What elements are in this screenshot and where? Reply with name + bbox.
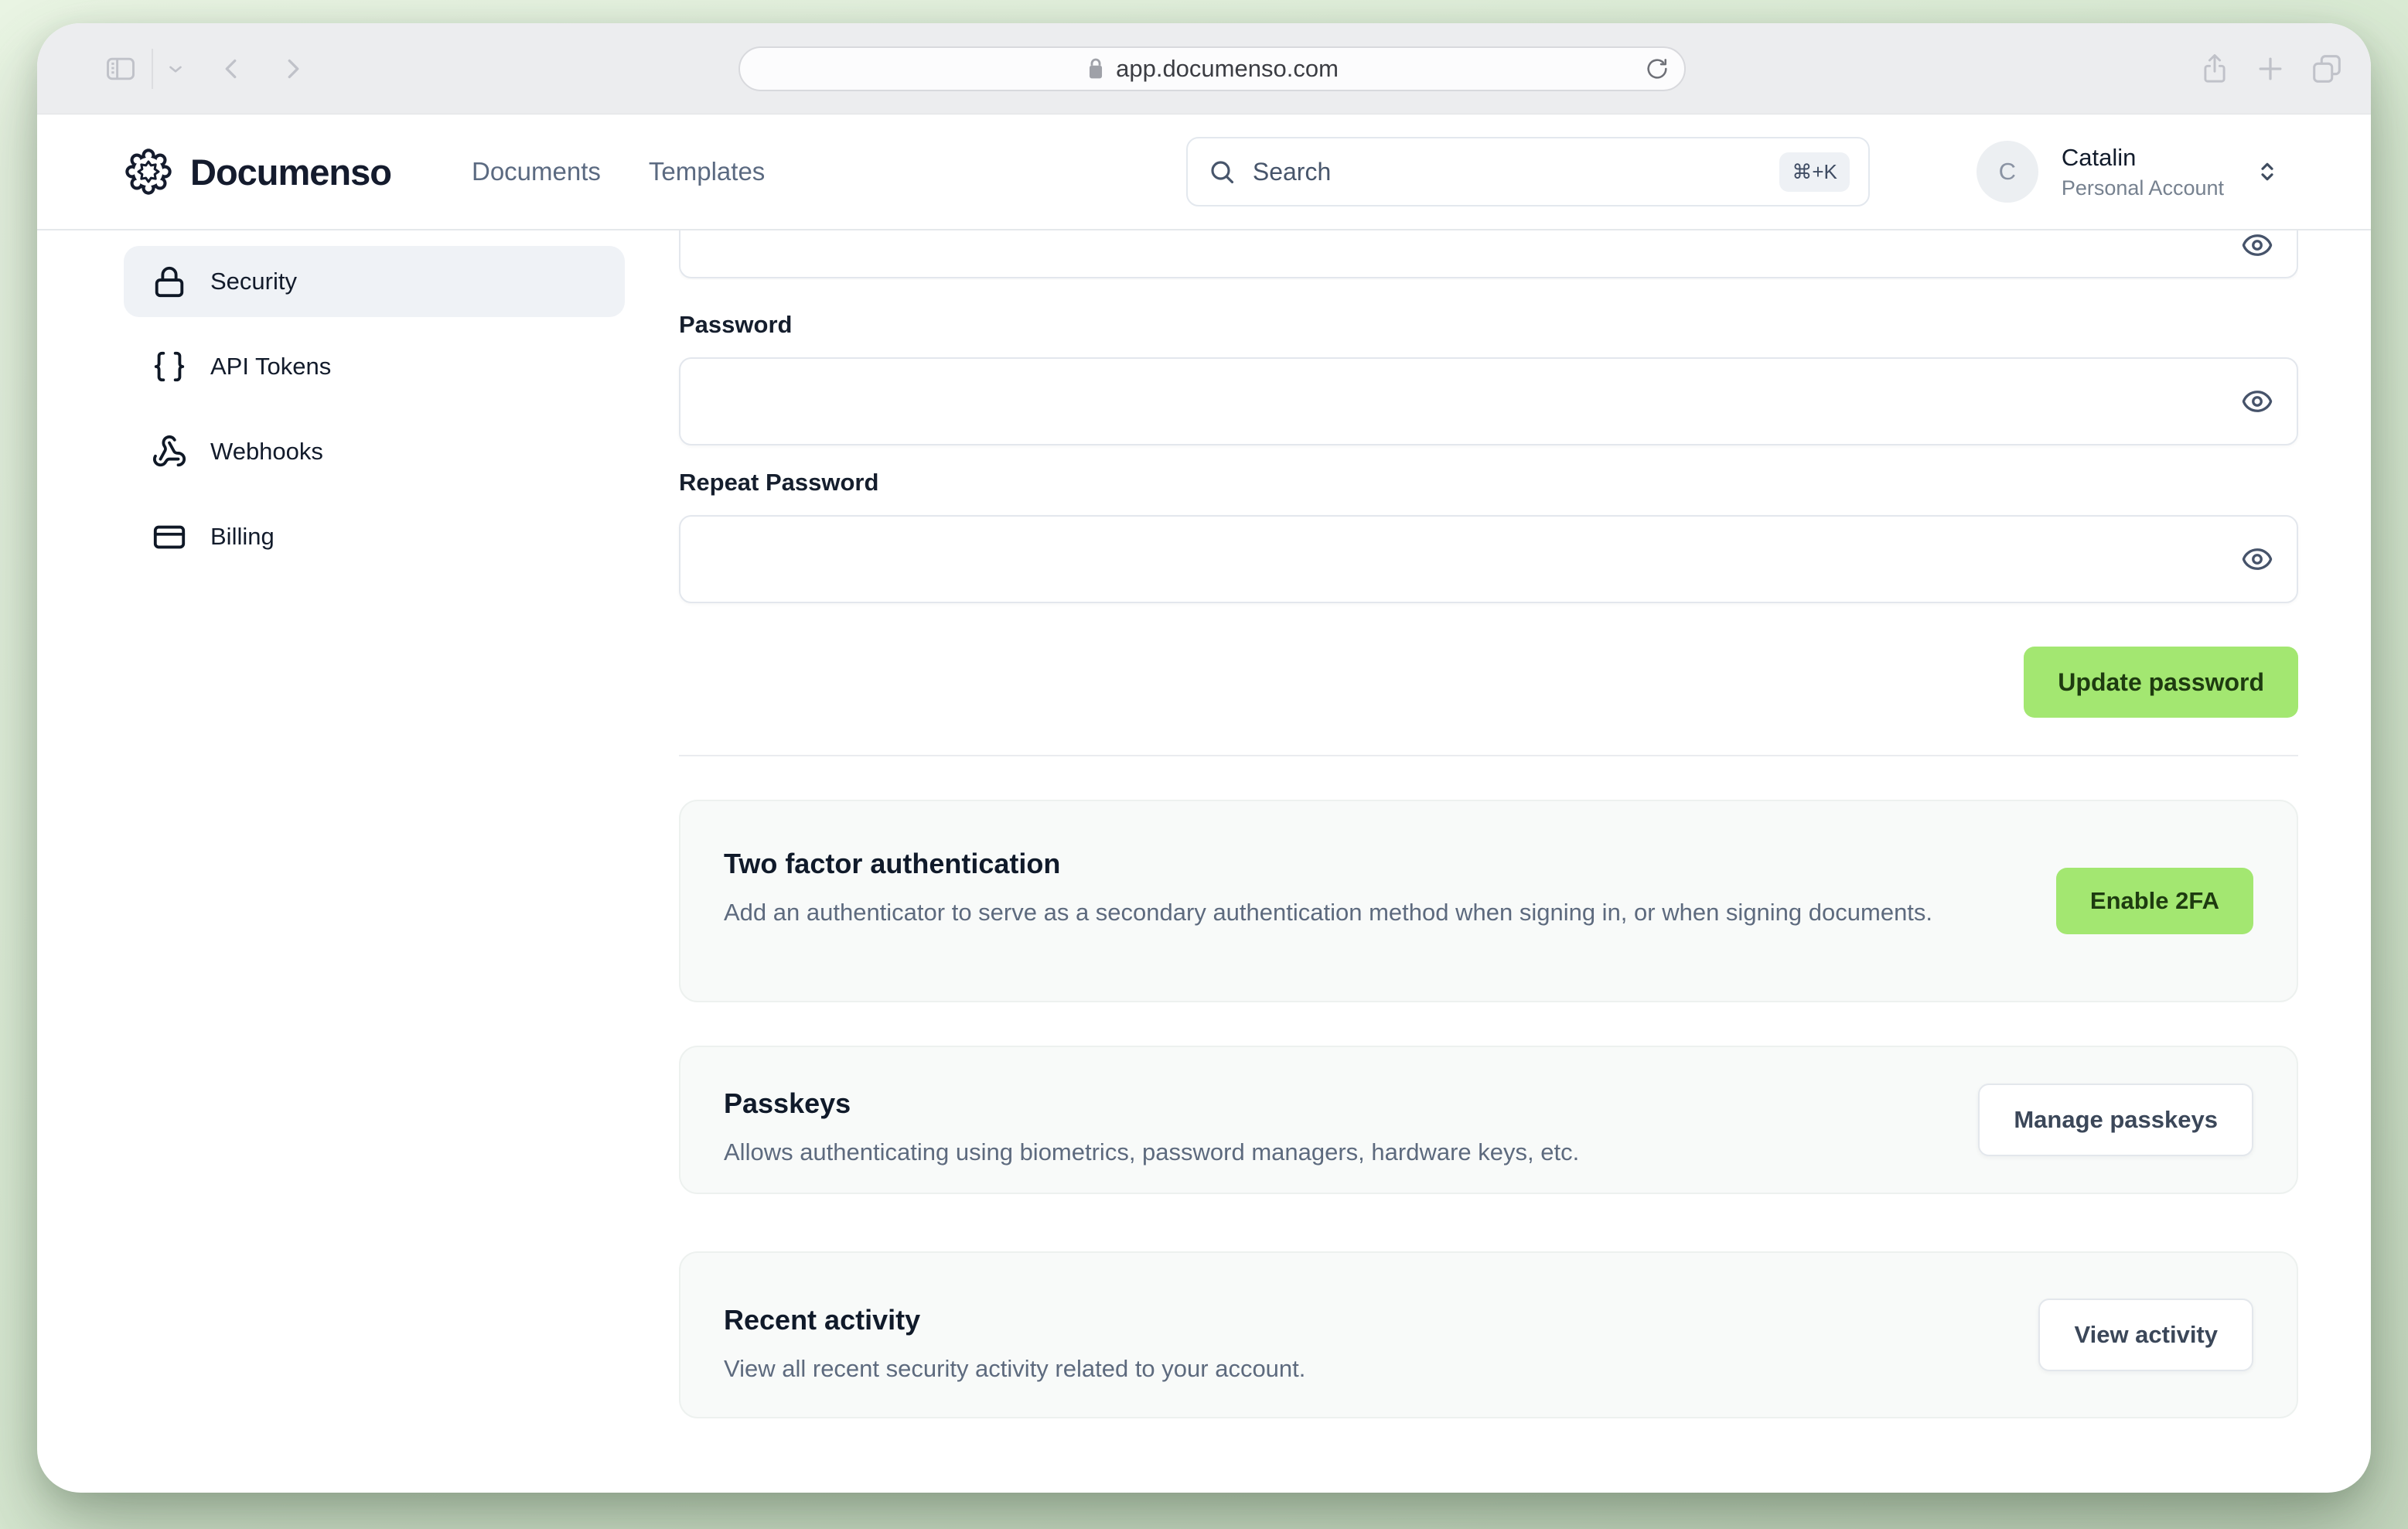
passkeys-title: Passkeys xyxy=(724,1087,851,1119)
section-divider xyxy=(679,755,2298,756)
search-input[interactable] xyxy=(1252,157,1763,186)
toolbar-divider xyxy=(152,48,153,89)
avatar: C xyxy=(1976,141,2038,203)
update-password-button[interactable]: Update password xyxy=(2024,647,2298,718)
recent-activity-title: Recent activity xyxy=(724,1304,921,1336)
browser-window: app.documenso.com Documenso Documents Te… xyxy=(37,23,2371,1493)
brand-logo[interactable]: Documenso xyxy=(124,147,392,196)
chevron-down-icon[interactable] xyxy=(165,59,186,79)
credit-card-icon xyxy=(152,519,187,555)
reload-icon[interactable] xyxy=(1644,56,1670,82)
sidebar-item-api-tokens[interactable]: API Tokens xyxy=(124,331,625,402)
eye-icon[interactable] xyxy=(2241,230,2273,261)
repeat-password-input[interactable] xyxy=(680,517,2297,602)
search-bar[interactable]: ⌘+K xyxy=(1185,137,1870,206)
settings-sidebar: Security API Tokens Webhooks Billing xyxy=(124,230,625,1418)
two-factor-title: Two factor authentication xyxy=(724,848,1061,879)
repeat-password-label: Repeat Password xyxy=(679,469,879,496)
sidebar-item-webhooks[interactable]: Webhooks xyxy=(124,416,625,487)
account-type: Personal Account xyxy=(2061,176,2224,200)
account-name: Catalin xyxy=(2061,143,2137,171)
sidebar-item-security[interactable]: Security xyxy=(124,246,625,317)
repeat-password-field xyxy=(679,515,2298,603)
app-header: Documenso Documents Templates ⌘+K C Cata… xyxy=(37,114,2371,230)
chevrons-up-down-icon xyxy=(2253,158,2281,186)
nav-templates[interactable]: Templates xyxy=(649,157,765,186)
two-factor-description: Add an authenticator to serve as a secon… xyxy=(724,899,1933,926)
password-field xyxy=(679,357,2298,445)
sidebar-toggle-icon[interactable] xyxy=(104,52,138,86)
password-input[interactable] xyxy=(680,359,2297,444)
search-icon xyxy=(1208,158,1236,186)
browser-toolbar: app.documenso.com xyxy=(37,23,2371,114)
brand-name: Documenso xyxy=(190,151,392,193)
address-bar[interactable]: app.documenso.com xyxy=(738,46,1686,91)
nav-documents[interactable]: Documents xyxy=(472,157,601,186)
password-label: Password xyxy=(679,311,793,338)
account-menu[interactable]: C Catalin Personal Account xyxy=(1976,141,2281,203)
webhook-icon xyxy=(152,434,187,469)
share-icon[interactable] xyxy=(2198,52,2232,86)
sidebar-item-billing[interactable]: Billing xyxy=(124,501,625,572)
eye-icon[interactable] xyxy=(2241,543,2273,575)
current-password-field-clipped xyxy=(679,230,2298,280)
search-shortcut-badge: ⌘+K xyxy=(1779,152,1850,192)
sidebar-item-label: Security xyxy=(210,268,297,295)
braces-icon xyxy=(152,349,187,384)
manage-passkeys-button[interactable]: Manage passkeys xyxy=(1978,1084,2253,1156)
sidebar-item-label: API Tokens xyxy=(210,353,332,380)
passkeys-card: Passkeys Allows authenticating using bio… xyxy=(679,1046,2298,1194)
new-tab-icon[interactable] xyxy=(2253,52,2287,86)
current-password-input[interactable] xyxy=(680,230,2297,277)
tls-lock-icon xyxy=(1086,57,1106,80)
tab-overview-icon[interactable] xyxy=(2309,51,2345,87)
url-text: app.documenso.com xyxy=(1116,55,1339,82)
recent-activity-description: View all recent security activity relate… xyxy=(724,1355,1306,1382)
recent-activity-card: Recent activity View all recent security… xyxy=(679,1251,2298,1418)
enable-2fa-button[interactable]: Enable 2FA xyxy=(2055,868,2253,934)
passkeys-description: Allows authenticating using biometrics, … xyxy=(724,1138,1580,1166)
two-factor-card: Two factor authentication Add an authent… xyxy=(679,800,2298,1002)
desktop-background: app.documenso.com Documenso Documents Te… xyxy=(0,0,2408,1529)
forward-icon[interactable] xyxy=(278,55,306,83)
documenso-logo-icon xyxy=(124,147,173,196)
eye-icon[interactable] xyxy=(2241,385,2273,418)
sidebar-item-label: Webhooks xyxy=(210,438,323,465)
lock-icon xyxy=(152,264,187,299)
view-activity-button[interactable]: View activity xyxy=(2038,1299,2253,1371)
back-icon[interactable] xyxy=(218,55,246,83)
main-nav: Documents Templates xyxy=(472,157,765,186)
sidebar-item-label: Billing xyxy=(210,523,275,550)
security-settings-content: Password Repeat Password Update password xyxy=(679,230,2298,1418)
